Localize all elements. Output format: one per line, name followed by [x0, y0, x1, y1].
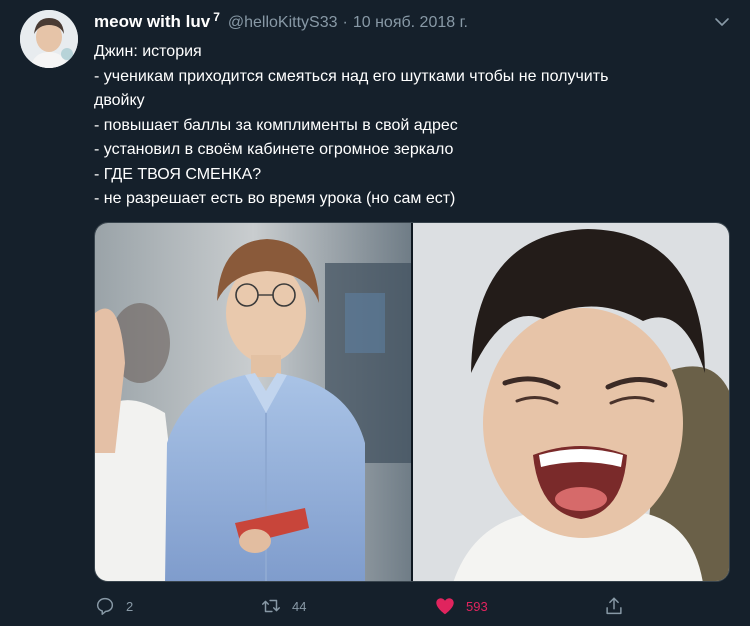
like-count: 593 — [466, 598, 488, 614]
photo-person-glasses — [95, 223, 411, 581]
avatar[interactable] — [20, 10, 78, 68]
separator-dot: · — [342, 14, 348, 31]
tweet-line: - установил в своём кабинете огромное зе… — [94, 141, 454, 158]
user-handle[interactable]: @helloKittyS33 — [228, 14, 338, 32]
tweet-actions: 2 44 593 — [94, 594, 734, 618]
retweet-icon — [262, 599, 280, 613]
tweet-line: - ученикам приходится смеяться над его ш… — [94, 67, 609, 85]
tweet-line: - ГДЕ ТВОЯ СМЕНКА? — [94, 165, 262, 183]
retweet-count: 44 — [292, 598, 307, 614]
tweet-line: Джин: история — [94, 43, 202, 60]
tweet-line: - повышает баллы за комплименты в свой а… — [94, 116, 458, 134]
tweet-line: двойку — [94, 92, 145, 109]
reply-count: 2 — [126, 598, 134, 614]
photo-person-laughing — [413, 223, 729, 581]
chevron-down-icon — [715, 18, 729, 26]
tweet-text: Джин: история - ученикам приходится смея… — [94, 40, 734, 212]
reply-button[interactable]: 2 — [94, 594, 133, 618]
display-name[interactable]: meow with luv — [94, 12, 210, 32]
name-badge: 7 — [213, 10, 220, 24]
reply-icon — [96, 597, 114, 615]
avatar-image — [20, 10, 78, 68]
like-button[interactable]: 593 — [434, 594, 488, 618]
retweet-button[interactable]: 44 — [260, 594, 306, 618]
tweet-date[interactable]: 10 нояб. 2018 г. — [353, 14, 468, 32]
tweet-media[interactable] — [94, 222, 730, 582]
share-button[interactable] — [603, 594, 625, 618]
tweet-header: meow with luv 7 @helloKittyS33 · 10 нояб… — [94, 10, 468, 36]
tweet[interactable]: meow with luv 7 @helloKittyS33 · 10 нояб… — [0, 0, 750, 626]
more-options-button[interactable] — [712, 12, 732, 32]
share-icon — [606, 597, 622, 615]
heart-icon — [436, 598, 454, 615]
photo-right[interactable] — [413, 223, 729, 581]
tweet-line: - не разрешает есть во время урока (но с… — [94, 190, 456, 207]
photo-left[interactable] — [95, 223, 411, 581]
